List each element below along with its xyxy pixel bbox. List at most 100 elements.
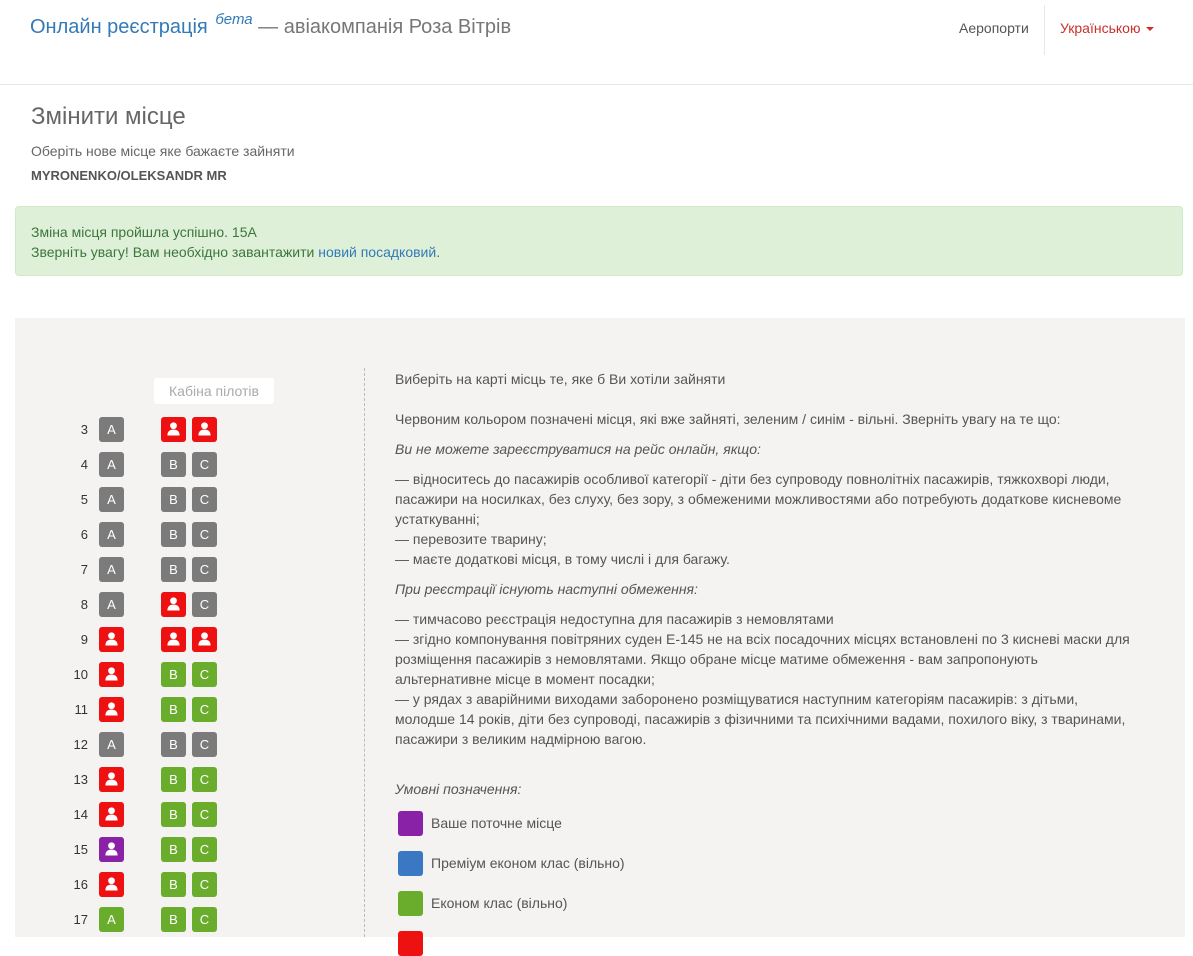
seat-17c[interactable]: C (192, 907, 217, 932)
brand-airline: — авіакомпанія Роза Вітрів (258, 16, 512, 38)
row-number: 10 (73, 667, 88, 682)
seat-11a[interactable] (99, 697, 124, 722)
info-cannot-1a: — відноситесь до пасажирів особливої кат… (395, 471, 1110, 487)
info-limit-2c: альтернативне місце в момент посадки; (395, 671, 655, 687)
info-cannot-3: — маєте додаткові місця, в тому числі і … (395, 551, 730, 567)
row-number: 17 (73, 912, 88, 927)
brand[interactable]: Онлайн реєстрація бета — авіакомпанія Ро… (30, 11, 512, 39)
seat-12a[interactable]: A (99, 732, 124, 757)
legend-swatch-premium (398, 851, 423, 876)
seat-8a[interactable]: A (99, 592, 124, 617)
person-icon (105, 632, 118, 646)
alert-notice-text: Зверніть увагу! Вам необхідно завантажит… (31, 244, 319, 260)
seat-17a[interactable]: A (99, 907, 124, 932)
person-icon (105, 667, 118, 681)
info-limits-heading: При реєстрації існують наступні обмеженн… (395, 581, 698, 597)
person-icon (105, 807, 118, 821)
seat-3c[interactable] (192, 417, 217, 442)
seat-14a[interactable] (99, 802, 124, 827)
seat-8c[interactable]: C (192, 592, 217, 617)
seat-7c[interactable]: C (192, 557, 217, 582)
seat-4a[interactable]: A (99, 452, 124, 477)
person-icon (198, 632, 211, 646)
seat-5b[interactable]: B (161, 487, 186, 512)
boarding-pass-link[interactable]: новий посадковий (318, 244, 436, 260)
row-number: 4 (80, 457, 88, 472)
seat-13b[interactable]: B (161, 767, 186, 792)
row-number: 3 (80, 422, 88, 437)
row-number: 15 (73, 842, 88, 857)
row-number: 6 (80, 527, 88, 542)
panel-divider (364, 368, 365, 937)
top-navbar: Онлайн реєстрація бета — авіакомпанія Ро… (0, 0, 1193, 85)
seat-12c[interactable]: C (192, 732, 217, 757)
row-number: 11 (74, 702, 89, 717)
seat-15a[interactable] (99, 837, 124, 862)
language-dropdown[interactable]: Українською (1060, 20, 1155, 36)
seat-6c[interactable]: C (192, 522, 217, 547)
legend-label-current: Ваше поточне місце (431, 815, 562, 831)
page-subtitle: Оберіть нове місце яке бажаєте зайняти (31, 143, 295, 159)
seat-15c[interactable]: C (192, 837, 217, 862)
info-limit-1: — тимчасово реєстрація недоступна для па… (395, 611, 834, 627)
info-intro: Виберіть на карті місць те, яке б Ви хот… (395, 371, 726, 387)
person-icon (105, 772, 118, 786)
seat-16b[interactable]: B (161, 872, 186, 897)
seat-14c[interactable]: C (192, 802, 217, 827)
seat-6a[interactable]: A (99, 522, 124, 547)
seat-3b[interactable] (161, 417, 186, 442)
seat-9a[interactable] (99, 627, 124, 652)
seat-11c[interactable]: C (192, 697, 217, 722)
seat-13a[interactable] (99, 767, 124, 792)
seat-16a[interactable] (99, 872, 124, 897)
seat-4c[interactable]: C (192, 452, 217, 477)
seat-7a[interactable]: A (99, 557, 124, 582)
legend-label-economy: Економ клас (вільно) (431, 895, 568, 911)
info-limit-3c: пасажири з великим надмірною вагою. (395, 731, 647, 747)
info-limit-2a: — згідно компонування повітряних суден Е… (395, 631, 1130, 647)
info-cannot-1c: устаткуванні; (395, 511, 480, 527)
row-number: 8 (80, 597, 88, 612)
seat-10c[interactable]: C (192, 662, 217, 687)
seat-3a[interactable]: A (99, 417, 124, 442)
seat-7b[interactable]: B (161, 557, 186, 582)
seat-13c[interactable]: C (192, 767, 217, 792)
seat-5c[interactable]: C (192, 487, 217, 512)
legend-swatch-current (398, 811, 423, 836)
person-icon (198, 422, 211, 436)
seat-9b[interactable] (161, 627, 186, 652)
row-number: 9 (80, 632, 88, 647)
legend-title: Умовні позначення: (395, 781, 522, 797)
seat-9c[interactable] (192, 627, 217, 652)
person-icon (105, 842, 118, 856)
brand-title[interactable]: Онлайн реєстрація (30, 16, 208, 38)
legend-label-premium: Преміум економ клас (вільно) (431, 855, 625, 871)
row-number: 16 (73, 877, 88, 892)
seat-15b[interactable]: B (161, 837, 186, 862)
seat-12b[interactable]: B (161, 732, 186, 757)
person-icon (105, 702, 118, 716)
language-label: Українською (1060, 20, 1141, 36)
nav-airports-link[interactable]: Аеропорти (959, 20, 1029, 36)
seat-16c[interactable]: C (192, 872, 217, 897)
brand-beta-badge: бета (215, 11, 253, 28)
caret-down-icon (1146, 27, 1155, 32)
seat-10a[interactable] (99, 662, 124, 687)
seat-10b[interactable]: B (161, 662, 186, 687)
seat-6b[interactable]: B (161, 522, 186, 547)
legend-swatch-economy (398, 891, 423, 916)
seat-5a[interactable]: A (99, 487, 124, 512)
passenger-name: MYRONENKO/OLEKSANDR MR (31, 168, 227, 183)
person-icon (105, 877, 118, 891)
success-alert: Зміна місця пройшла успішно. 15A Зверніт… (15, 206, 1183, 276)
seat-17b[interactable]: B (161, 907, 186, 932)
seat-8b[interactable] (161, 592, 186, 617)
seat-11b[interactable]: B (161, 697, 186, 722)
seat-14b[interactable]: B (161, 802, 186, 827)
alert-message: Зміна місця пройшла успішно. 15A (31, 224, 257, 240)
cockpit-label: Кабіна пілотів (154, 378, 274, 404)
legend-swatch-occupied (398, 931, 423, 956)
row-number: 12 (73, 737, 88, 752)
info-cannot-heading: Ви не можете зареєструватися на рейс онл… (395, 441, 761, 457)
seat-4b[interactable]: B (161, 452, 186, 477)
